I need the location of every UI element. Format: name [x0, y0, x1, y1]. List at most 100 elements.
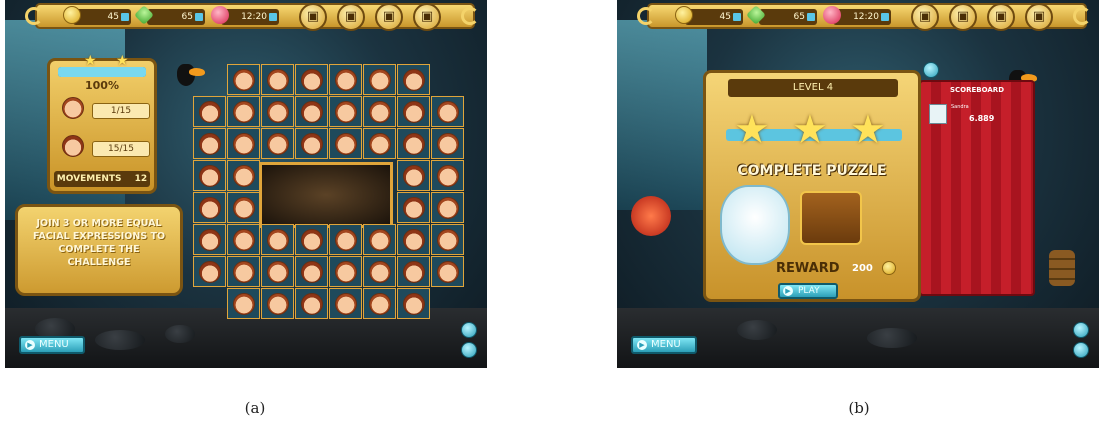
grid-cell[interactable]	[261, 288, 294, 319]
gems-counter: 65	[746, 5, 817, 25]
face-icon	[199, 197, 221, 219]
player-name: Sandra	[951, 104, 969, 110]
face-icon	[267, 293, 289, 315]
grid-cell[interactable]	[397, 96, 430, 127]
grid-cell[interactable]	[431, 256, 464, 287]
grid-cell[interactable]	[329, 96, 362, 127]
grid-cell[interactable]	[397, 64, 430, 95]
grid-cell[interactable]	[363, 288, 396, 319]
grid-cell[interactable]	[329, 288, 362, 319]
heart-icon	[211, 6, 229, 24]
grid-cell[interactable]	[227, 256, 260, 287]
grid-cell[interactable]	[363, 96, 396, 127]
gem-icon	[746, 5, 766, 25]
lock-icon[interactable]: ▣	[949, 3, 977, 31]
cave-hole	[259, 162, 393, 228]
grid-cell[interactable]	[193, 160, 226, 191]
grid-cell[interactable]	[227, 192, 260, 223]
grid-cell[interactable]	[431, 224, 464, 255]
treasure-chest-icon	[800, 191, 862, 245]
menu-button[interactable]: ▶ MENU	[631, 336, 697, 354]
lock-icon[interactable]: ▣	[337, 3, 365, 31]
grid-cell[interactable]	[193, 224, 226, 255]
gems-value: 65	[181, 12, 193, 22]
grid-cell[interactable]	[227, 64, 260, 95]
grid-cell[interactable]	[193, 128, 226, 159]
grid-cell[interactable]	[261, 96, 294, 127]
lock-icon[interactable]: ▣	[987, 3, 1015, 31]
grid-cell[interactable]	[329, 256, 362, 287]
face-icon	[403, 101, 425, 123]
face-icon	[199, 229, 221, 251]
grid-cell[interactable]	[193, 192, 226, 223]
grid-cell[interactable]	[295, 256, 328, 287]
rock	[867, 328, 917, 348]
grid-cell[interactable]	[397, 160, 430, 191]
round-button[interactable]	[461, 342, 477, 358]
player-score: 6.889	[969, 114, 995, 123]
menu-button[interactable]: ▶ MENU	[19, 336, 85, 354]
grid-cell[interactable]	[329, 128, 362, 159]
face-icon	[199, 165, 221, 187]
face-icon	[335, 229, 357, 251]
rock	[737, 320, 777, 340]
barrel	[1049, 250, 1075, 286]
boy-face-icon	[62, 97, 84, 119]
face-icon	[335, 101, 357, 123]
grid-cell[interactable]	[261, 256, 294, 287]
round-button[interactable]	[461, 322, 477, 338]
round-button[interactable]	[1073, 342, 1089, 358]
grid-cell[interactable]	[431, 192, 464, 223]
star-icon: ★	[850, 107, 886, 153]
face-icon	[369, 293, 391, 315]
grid-cell[interactable]	[363, 224, 396, 255]
grid-cell[interactable]	[363, 128, 396, 159]
grid-cell[interactable]	[193, 96, 226, 127]
grid-cell[interactable]	[261, 128, 294, 159]
face-icon	[233, 165, 255, 187]
grid-cell[interactable]	[329, 64, 362, 95]
lock-icon[interactable]: ▣	[375, 3, 403, 31]
lock-icon[interactable]: ▣	[1025, 3, 1053, 31]
round-button[interactable]	[1073, 322, 1089, 338]
grid-cell[interactable]	[227, 288, 260, 319]
face-icon	[267, 133, 289, 155]
grid-cell[interactable]	[397, 128, 430, 159]
grid-cell[interactable]	[295, 288, 328, 319]
grid-cell[interactable]	[227, 128, 260, 159]
grid-cell[interactable]	[363, 64, 396, 95]
grid-cell[interactable]	[397, 192, 430, 223]
face-icon	[233, 133, 255, 155]
grid-cell[interactable]	[431, 160, 464, 191]
grid-cell[interactable]	[397, 256, 430, 287]
grid-cell[interactable]	[363, 256, 396, 287]
grid-cell[interactable]	[295, 128, 328, 159]
swirl-ornament	[461, 7, 479, 25]
grid-cell[interactable]	[431, 128, 464, 159]
grid-cell[interactable]	[397, 224, 430, 255]
grid-cell[interactable]	[227, 96, 260, 127]
grid-cell[interactable]	[227, 224, 260, 255]
movements-label: MOVEMENTS	[56, 174, 122, 184]
grid-cell[interactable]	[261, 224, 294, 255]
grid-cell[interactable]	[193, 256, 226, 287]
lock-icon[interactable]: ▣	[413, 3, 441, 31]
grid-cell[interactable]	[295, 96, 328, 127]
grid-cell[interactable]	[295, 64, 328, 95]
face-icon	[437, 133, 459, 155]
grid-cell[interactable]	[397, 288, 430, 319]
grid-cell[interactable]	[329, 224, 362, 255]
grid-cell[interactable]	[261, 64, 294, 95]
lock-icon[interactable]: ▣	[911, 3, 939, 31]
grid-cell[interactable]	[431, 96, 464, 127]
grid-cell[interactable]	[227, 160, 260, 191]
lock-icon[interactable]: ▣	[299, 3, 327, 31]
face-icon	[267, 229, 289, 251]
face-icon	[403, 165, 425, 187]
close-button[interactable]	[923, 62, 939, 78]
face-icon	[403, 293, 425, 315]
coins-value: 45	[719, 12, 731, 22]
puzzle-grid[interactable]	[187, 58, 471, 338]
play-button[interactable]: ▶ PLAY	[778, 283, 838, 299]
grid-cell[interactable]	[295, 224, 328, 255]
